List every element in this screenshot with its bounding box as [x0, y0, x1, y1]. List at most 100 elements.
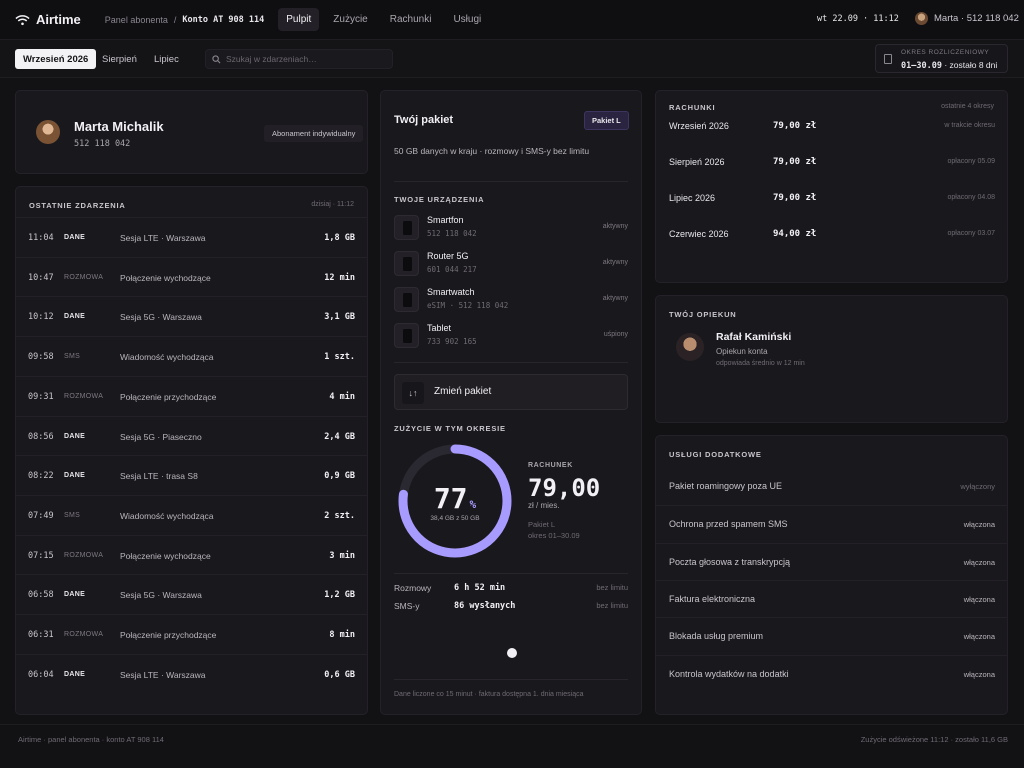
event-time: 08:56	[28, 431, 54, 442]
events-updated: dzisiaj · 11:12	[311, 201, 354, 208]
bill-row[interactable]: Wrzesień 2026 79,00 zł w trakcie okresu	[669, 121, 995, 157]
service-name: Blokada usług premium	[669, 631, 764, 642]
bill-status: w trakcie okresu	[944, 122, 995, 129]
event-type: ROZMOWA	[64, 273, 104, 281]
event-value: 0,6 GB	[324, 669, 355, 680]
event-row[interactable]: 06:04 DANE Sesja LTE · Warszawa 0,6 GB	[16, 653, 368, 694]
event-value: 1 szt.	[324, 352, 355, 363]
device-meta: 512 118 042	[427, 229, 477, 238]
event-row[interactable]: 08:56 DANE Sesja 5G · Piaseczno 2,4 GB	[16, 415, 368, 456]
breadcrumb-panel[interactable]: Panel abonenta	[105, 15, 168, 25]
event-type: DANE	[64, 432, 86, 440]
device-meta: eSIM · 512 118 042	[427, 301, 509, 310]
profile-number: 512 118 042	[74, 139, 131, 149]
bill-amount: 79,00 zł	[773, 193, 817, 203]
event-row[interactable]: 07:15 ROZMOWA Połączenie wychodzące 3 min	[16, 534, 368, 575]
divider	[394, 181, 628, 182]
bill-row[interactable]: Sierpień 2026 79,00 zł opłacony 05.09	[669, 157, 995, 193]
service-status[interactable]: włączona	[964, 595, 995, 604]
bill-plan: Pakiet L	[528, 520, 556, 529]
bill-value: 79,00	[528, 474, 601, 502]
event-row[interactable]: 09:31 ROZMOWA Połączenie przychodzące 4 min	[16, 375, 368, 416]
service-status[interactable]: włączona	[964, 670, 995, 679]
service-name: Pakiet roamingowy poza UE	[669, 481, 783, 491]
user-menu[interactable]: Marta · 512 118 042	[915, 12, 1019, 25]
breadcrumb: Panel abonenta / Konto AT 908 114	[105, 15, 264, 25]
service-row[interactable]: Pakiet roamingowy poza UE wyłączony	[656, 468, 1008, 505]
event-row[interactable]: 08:22 DANE Sesja LTE · trasa S8 0,9 GB	[16, 455, 368, 495]
avatar	[915, 12, 928, 25]
swap-icon: ↓↑	[402, 382, 424, 404]
usage-percent: 77%	[396, 482, 514, 515]
event-value: 2 szt.	[324, 510, 355, 521]
bill-row[interactable]: Czerwiec 2026 94,00 zł opłacony 03.07	[669, 229, 995, 265]
bill-month: Lipiec 2026	[669, 193, 716, 203]
tab-pulpit[interactable]: Pulpit	[278, 8, 320, 31]
service-status[interactable]: włączona	[964, 632, 995, 641]
caretaker-name[interactable]: Rafał Kamiński	[716, 331, 791, 343]
device-meta: 733 902 165	[427, 337, 477, 346]
event-time: 09:58	[28, 352, 54, 363]
device-glyph	[403, 257, 412, 271]
caretaker-role: Opiekun konta	[716, 347, 768, 356]
bill-amount: 79,00 zł	[773, 157, 817, 167]
event-description: Sesja 5G · Warszawa	[120, 590, 202, 601]
bill-row[interactable]: Lipiec 2026 79,00 zł opłacony 04.08	[669, 193, 995, 229]
caretaker-response-time: odpowiada średnio w 12 min	[716, 360, 805, 367]
tab-zuzycie[interactable]: Zużycie	[325, 8, 375, 31]
service-row[interactable]: Faktura elektroniczna włączona	[656, 579, 1008, 617]
device-glyph	[403, 293, 412, 307]
event-type: DANE	[64, 234, 86, 241]
device-row[interactable]: Smartwatch eSIM · 512 118 042 aktywny	[394, 285, 628, 315]
bill-amount: 79,00 zł	[773, 121, 817, 131]
service-row[interactable]: Ochrona przed spamem SMS włączona	[656, 505, 1008, 542]
device-glyph	[403, 221, 412, 235]
bill-status: opłacony 04.08	[947, 194, 995, 201]
service-status[interactable]: włączona	[964, 558, 995, 567]
event-row[interactable]: 11:04 DANE Sesja LTE · Warszawa 1,8 GB	[16, 217, 368, 257]
event-row[interactable]: 06:58 DANE Sesja 5G · Warszawa 1,2 GB	[16, 574, 368, 614]
bill-amount: 94,00 zł	[773, 229, 817, 239]
month-tab-september[interactable]: Wrzesień 2026	[15, 49, 97, 69]
calendar-icon	[884, 54, 892, 64]
event-description: Połączenie przychodzące	[120, 391, 217, 402]
event-row[interactable]: 09:58 SMS Wiadomość wychodząca 1 szt.	[16, 336, 368, 376]
service-row[interactable]: Poczta głosowa z transkrypcją włączona	[656, 542, 1008, 580]
event-row[interactable]: 10:47 ROZMOWA Połączenie wychodzące 12 min	[16, 256, 368, 297]
event-row[interactable]: 07:49 SMS Wiadomość wychodząca 2 szt.	[16, 494, 368, 535]
service-row[interactable]: Blokada usług premium włączona	[656, 617, 1008, 654]
tab-uslugi[interactable]: Usługi	[445, 8, 489, 31]
brand[interactable]: Airtime	[15, 12, 81, 27]
device-row[interactable]: Router 5G 601 044 217 aktywny	[394, 249, 628, 279]
main-nav: Pulpit Zużycie Rachunki Usługi	[278, 8, 489, 31]
device-meta: 601 044 217	[427, 265, 477, 274]
service-status[interactable]: wyłączony	[960, 482, 995, 491]
event-row[interactable]: 10:12 DANE Sesja 5G · Warszawa 3,1 GB	[16, 296, 368, 336]
device-glyph	[403, 329, 412, 343]
package-card: Twój pakiet Pakiet L 50 GB danych w kraj…	[380, 90, 642, 715]
event-type: DANE	[64, 313, 86, 321]
service-row[interactable]: Kontrola wydatków na dodatki włączona	[656, 654, 1008, 692]
usage-gauge: 77% 38,4 GB z 50 GB	[396, 442, 514, 560]
caretaker-card: TWÓJ OPIEKUN Rafał Kamiński Opiekun kont…	[655, 295, 1008, 423]
device-row[interactable]: Tablet 733 902 165 uśpiony	[394, 321, 628, 351]
plan-type-badge: Abonament indywidualny	[264, 125, 364, 142]
month-tab-august[interactable]: Sierpień	[94, 49, 145, 69]
package-badge[interactable]: Pakiet L	[584, 111, 629, 130]
event-value: 3,1 GB	[324, 312, 355, 323]
service-status[interactable]: włączona	[964, 520, 995, 529]
services-title: USŁUGI DODATKOWE	[669, 450, 762, 459]
events-title: OSTATNIE ZDARZENIA	[29, 201, 126, 210]
change-package-button[interactable]: ↓↑ Zmień pakiet	[394, 374, 628, 410]
month-tab-july[interactable]: Lipiec	[146, 49, 187, 69]
filter-bar: Wrzesień 2026 Sierpień Lipiec	[0, 40, 1024, 78]
device-row[interactable]: Smartfon 512 118 042 aktywny	[394, 213, 628, 243]
limit-note: bez limitu	[596, 583, 628, 592]
tab-rachunki[interactable]: Rachunki	[382, 8, 440, 31]
event-row[interactable]: 06:31 ROZMOWA Połączenie przychodzące 8 min	[16, 614, 368, 654]
search-input[interactable]	[226, 54, 386, 64]
caretaker-avatar	[676, 333, 704, 361]
billing-period-remaining: · zostało 8 dni	[944, 60, 998, 70]
package-title: Twój pakiet	[394, 114, 454, 126]
pager-dot[interactable]	[507, 648, 517, 658]
